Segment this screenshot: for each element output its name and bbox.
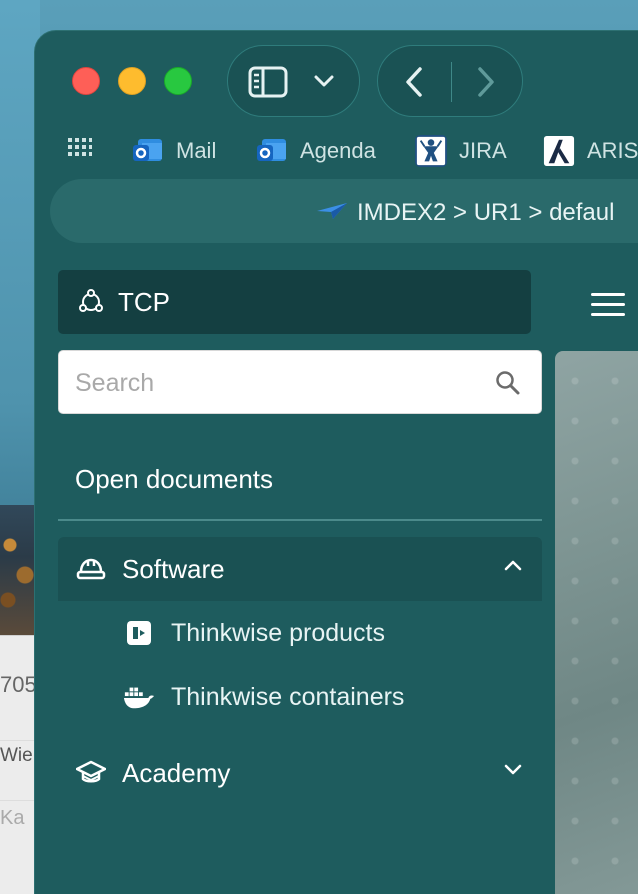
back-arrow-icon[interactable] [404,66,424,98]
divider [58,519,542,521]
close-window-button[interactable] [72,67,100,95]
outlook-icon [257,139,286,161]
chevron-up-icon[interactable] [504,559,522,571]
apps-grid-icon[interactable] [68,138,92,156]
bookmark-aris[interactable]: ARIS [543,129,638,173]
sidebar-item-thinkwise-containers[interactable]: Thinkwise containers [35,667,535,727]
product-icon [123,617,155,649]
search-box [58,350,542,414]
bookmark-label: ARIS [587,138,638,163]
bookmark-label: JIRA [459,138,507,163]
outlook-icon [133,139,162,161]
app-logo-icon [79,289,103,312]
navigation-control [377,45,523,117]
bookmarks-bar: Mail Agenda JIRA ARIS [35,129,638,173]
chevron-down-icon[interactable] [504,763,522,775]
aris-icon [543,135,575,167]
sidebar-icon[interactable] [248,66,288,98]
bookmark-label: Mail [176,138,217,163]
app-title: TCP [118,286,170,317]
bookmark-mail[interactable]: Mail [132,129,216,173]
bookmark-label: Agenda [300,138,376,163]
site-logo-icon [317,203,347,219]
item-label: Thinkwise containers [171,682,405,711]
minimize-window-button[interactable] [118,67,146,95]
sidebar-toggle-control [227,45,360,117]
docker-icon [123,681,155,713]
chevron-down-icon[interactable] [314,74,334,88]
jira-icon [415,135,447,167]
forward-arrow-icon[interactable] [476,66,496,98]
fullscreen-window-button[interactable] [164,67,192,95]
nav-divider [451,62,452,102]
menu-icon[interactable] [591,293,625,317]
bookmark-agenda[interactable]: Agenda [256,129,376,173]
app-selector[interactable]: TCP [58,270,531,334]
navigation-sidebar: TCP Open documents Software [35,261,555,894]
open-documents-link[interactable]: Open documents [75,464,273,495]
sidebar-item-thinkwise-products[interactable]: Thinkwise products [35,603,535,663]
sidebar-group-software[interactable]: Software [58,537,542,601]
browser-window: Mail Agenda JIRA ARIS IMDEX2 > UR1 > def… [34,30,638,894]
hard-hat-icon [76,554,106,584]
search-input[interactable] [75,363,475,403]
item-label: Thinkwise products [171,618,385,647]
address-breadcrumb[interactable]: IMDEX2 > UR1 > defaul [357,199,614,227]
graduation-cap-icon [76,758,106,788]
content-background-image [555,351,638,894]
group-label: Academy [122,757,231,788]
search-icon[interactable] [495,370,521,396]
bookmark-jira[interactable]: JIRA [415,129,507,173]
sidebar-group-academy[interactable]: Academy [58,741,542,805]
group-label: Software [122,553,225,584]
